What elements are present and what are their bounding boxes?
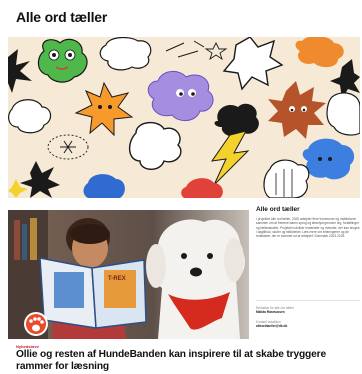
doodle-illustration-icon: [8, 37, 360, 198]
article-image[interactable]: T-REX: [8, 210, 249, 339]
sidebar-divider: [256, 300, 360, 301]
sidebar-body-text: I projektet Alle ord tæller, 2025 arbejd…: [256, 217, 360, 239]
page-title: Alle ord tæller: [16, 9, 108, 25]
sidebar-info: Alle ord tæller I projektet Alle ord tæl…: [256, 206, 360, 238]
meta-editor: Redaktør for alle ord tæller Malida Rasm…: [256, 306, 360, 314]
photo-boy-reading-with-dog-icon: T-REX: [8, 210, 249, 339]
meta-contact: Kontakt redaktion alleordtaeller@dk.dk: [256, 320, 360, 328]
article-headline[interactable]: Ollie og resten af HundeBanden kan inspi…: [16, 349, 346, 373]
meta-editor-value: Malida Rasmussen: [256, 310, 285, 315]
banner-illustration: [8, 37, 360, 198]
meta-contact-link[interactable]: alleordtaeller@dk.dk: [256, 324, 360, 328]
book-cover-text: T-REX: [108, 276, 126, 282]
sidebar-title: Alle ord tæller: [256, 206, 300, 213]
